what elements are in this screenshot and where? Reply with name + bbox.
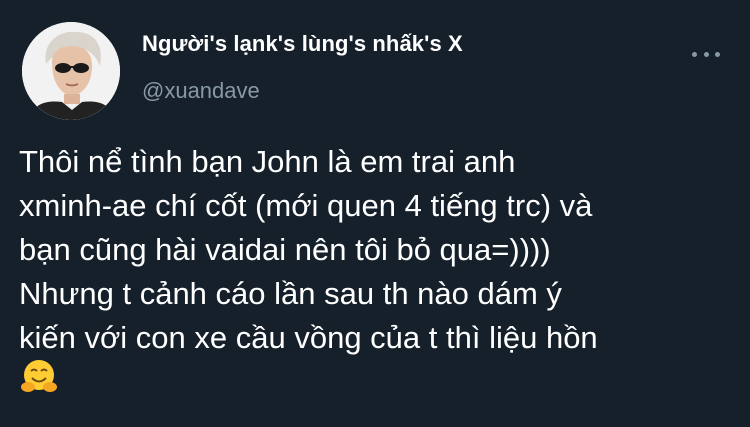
tweet-text-line: Thôi nể tình bạn John là em trai anh [19, 144, 516, 179]
dot [692, 51, 697, 57]
hugging-face-emoji-icon [19, 357, 59, 397]
tweet-card: Người's lạnk's lùng's nhấk's X @xuandave… [0, 0, 750, 427]
dot [703, 51, 709, 57]
avatar[interactable] [22, 22, 120, 120]
profile-photo [22, 22, 120, 120]
tweet-text-line: xminh-ae chí cốt (mới quen 4 tiếng trc) … [19, 188, 593, 223]
tweet-text-line: kiến với con xe cầu vồng của t thì liệu … [19, 320, 598, 355]
dot [715, 51, 720, 57]
tweet-text: Thôi nể tình bạn John là em trai anh xmi… [19, 140, 739, 360]
more-options-icon[interactable] [688, 44, 724, 64]
display-name[interactable]: Người's lạnk's lùng's nhấk's X [142, 31, 463, 57]
tweet-text-line: Nhưng t cảnh cáo lần sau th nào dám ý [19, 276, 562, 311]
user-handle[interactable]: @xuandave [142, 78, 260, 104]
tweet-text-line: bạn cũng hài vaidai nên tôi bỏ qua=)))) [19, 232, 551, 267]
